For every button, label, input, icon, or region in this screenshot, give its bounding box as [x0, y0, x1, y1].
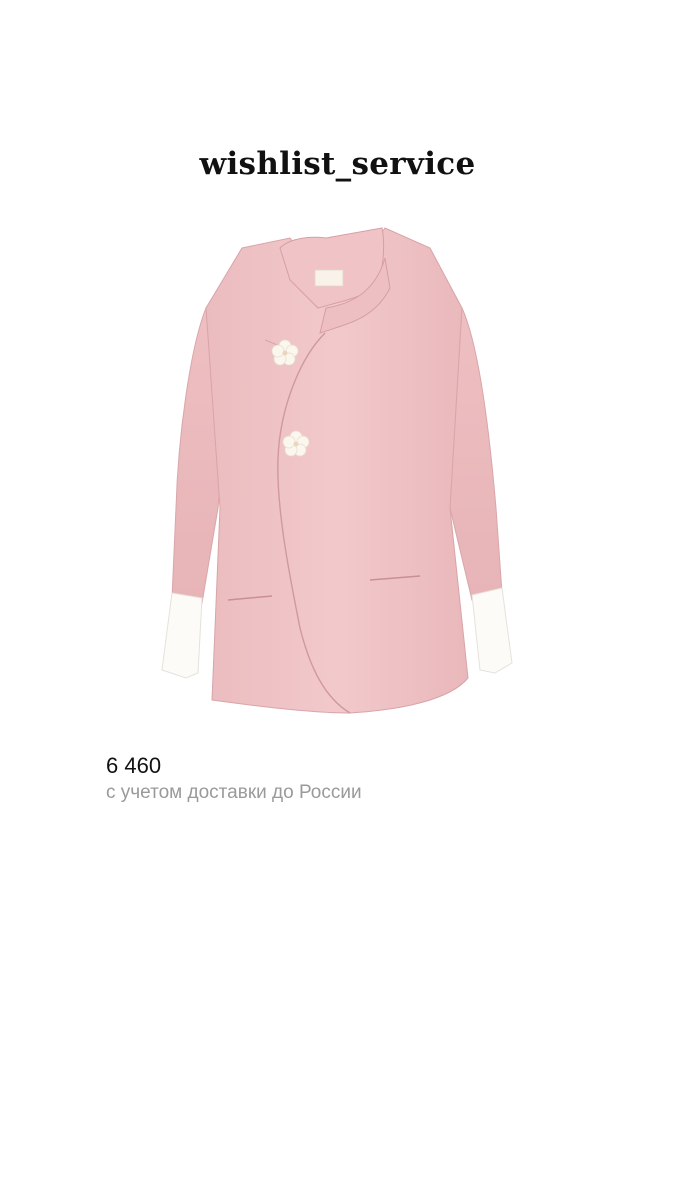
- brand-title: wishlist_service: [199, 146, 476, 182]
- product-price: 6 460: [106, 753, 162, 778]
- delivery-note: с учетом доставки до России: [106, 782, 362, 803]
- product-card: wishlist_service 6 460 с учетом доставки…: [0, 0, 675, 1200]
- jacket-product-image[interactable]: [150, 208, 570, 748]
